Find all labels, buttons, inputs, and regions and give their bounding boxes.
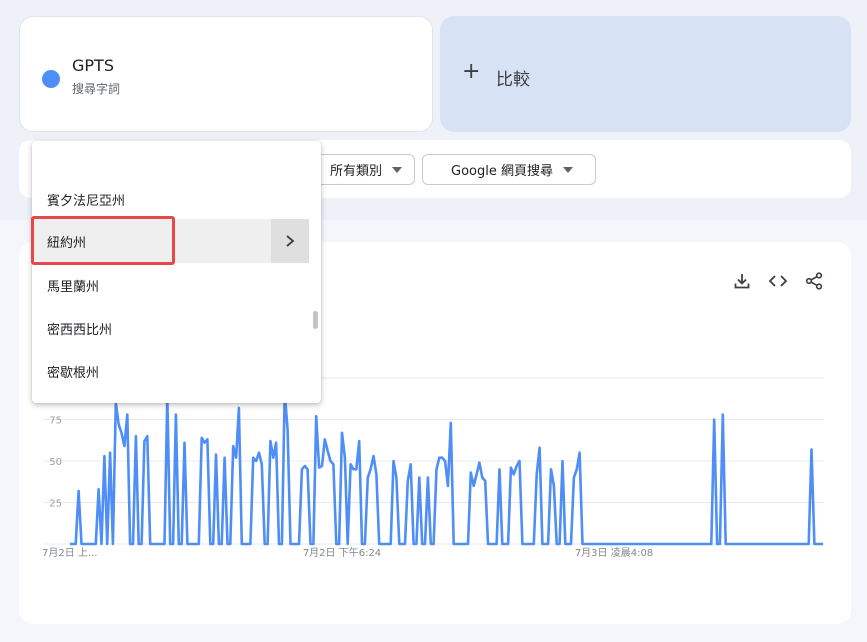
- region-item-maryland[interactable]: 馬里蘭州: [32, 263, 309, 307]
- region-list[interactable]: 賓夕法尼亞州 紐約州 馬里蘭州 密西西比州 密歇根州: [32, 191, 312, 403]
- series-line-gpts: [70, 391, 823, 546]
- region-item-michigan[interactable]: 密歇根州: [32, 349, 309, 393]
- x-tick-label: 7月3日 凌晨4:08: [575, 546, 653, 559]
- chevron-right-icon: [286, 235, 295, 247]
- region-item-pennsylvania[interactable]: 賓夕法尼亞州: [32, 191, 309, 221]
- y-tick-label: 75: [49, 416, 62, 427]
- y-tick-label: 50: [49, 457, 62, 468]
- submenu-arrow-button[interactable]: [271, 219, 309, 263]
- dropdown-scrollbar[interactable]: [313, 311, 318, 329]
- y-axis: 25 50 75: [49, 416, 62, 510]
- x-tick-label: 7月2日 上...: [42, 547, 97, 559]
- x-axis: 7月2日 上... 7月2日 下午6:24 7月3日 凌晨4:08: [42, 546, 653, 559]
- y-tick-label: 25: [49, 499, 62, 510]
- region-dropdown: 賓夕法尼亞州 紐約州 馬里蘭州 密西西比州 密歇根州: [32, 141, 321, 403]
- region-item-mississippi[interactable]: 密西西比州: [32, 306, 309, 350]
- x-tick-label: 7月2日 下午6:24: [303, 546, 381, 559]
- region-item-new-york[interactable]: 紐約州: [32, 219, 309, 263]
- region-search-input[interactable]: [32, 141, 321, 191]
